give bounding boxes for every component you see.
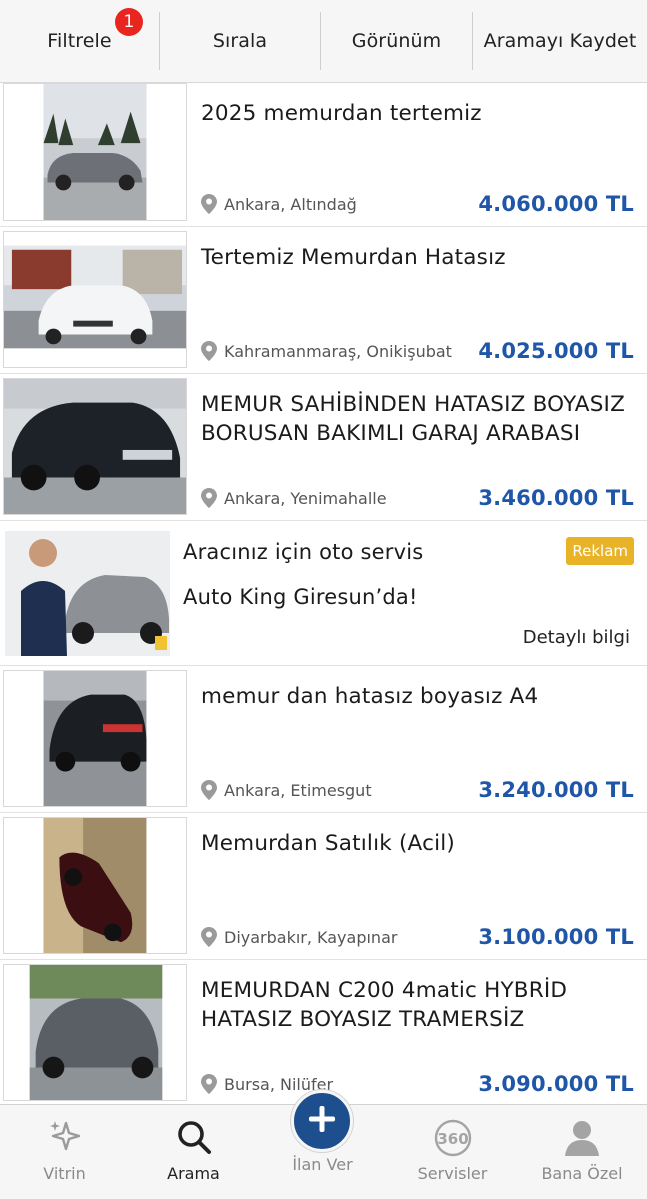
tab-servisler[interactable]: 360 Servisler	[388, 1105, 517, 1199]
person-icon	[563, 1119, 601, 1161]
location-pin-icon	[201, 488, 217, 508]
listing-location: Ankara, Yenimahalle	[201, 488, 387, 508]
listing-location-text: Ankara, Etimesgut	[224, 780, 372, 800]
svg-text:360: 360	[437, 1130, 468, 1148]
ad-badge: Reklam	[566, 537, 634, 565]
tab-vitrin[interactable]: Vitrin	[0, 1105, 129, 1199]
location-pin-icon	[201, 1074, 217, 1094]
location-pin-icon	[201, 927, 217, 947]
location-pin-icon	[201, 194, 217, 214]
listing-photo[interactable]	[3, 964, 187, 1101]
search-icon	[176, 1119, 212, 1159]
listing-photo[interactable]	[3, 231, 187, 368]
listing-location: Kahramanmaraş, Onikişubat	[201, 341, 452, 361]
filter-button[interactable]: Filtrele 1	[0, 0, 159, 83]
sparkle-icon	[48, 1119, 82, 1157]
listing-location-text: Diyarbakır, Kayapınar	[224, 927, 398, 947]
ad-image[interactable]	[5, 531, 170, 656]
ad-line-2: Auto King Giresun’da!	[183, 585, 418, 609]
save-search-label: Aramayı Kaydet	[483, 30, 637, 52]
top-toolbar: Filtrele 1 Sırala Görünüm Aramayı Kaydet	[0, 0, 647, 83]
listing-list: 2025 memurdan tertemiz Ankara, Altındağ …	[0, 83, 647, 1107]
tab-label: Vitrin	[43, 1164, 86, 1183]
ad-details-link[interactable]: Detaylı bilgi	[523, 627, 630, 648]
ad-line-1: Aracınız için oto servis	[183, 540, 424, 564]
listing-title: Memurdan Satılık (Acil)	[201, 831, 456, 856]
tab-label: İlan Ver	[292, 1155, 353, 1174]
listing-title: memur dan hatasız boyasız A4	[201, 684, 539, 709]
sort-button[interactable]: Sırala	[160, 0, 320, 83]
save-search-button[interactable]: Aramayı Kaydet	[473, 0, 647, 83]
listing-title: MEMURDAN C200 4matic HYBRİD HATASIZ BOYA…	[201, 978, 568, 1032]
listing-price: 4.025.000 TL	[478, 339, 634, 363]
listing-location-text: Ankara, Yenimahalle	[224, 488, 387, 508]
listing-title: Tertemiz Memurdan Hatasız	[201, 245, 506, 270]
ad-banner[interactable]: Aracınız için oto servis Auto King Gires…	[0, 521, 647, 666]
filter-count-badge: 1	[115, 7, 143, 36]
listing-location: Diyarbakır, Kayapınar	[201, 927, 397, 947]
view-button[interactable]: Görünüm	[321, 0, 472, 83]
listing-photo[interactable]	[3, 378, 187, 515]
listing-price: 3.100.000 TL	[478, 925, 634, 949]
listing-row[interactable]: memur dan hatasız boyasız A4 Ankara, Eti…	[0, 666, 647, 813]
filter-label: Filtrele	[47, 30, 112, 52]
post-ad-button[interactable]	[291, 1090, 353, 1152]
tab-label: Arama	[167, 1164, 220, 1183]
sort-label: Sırala	[212, 30, 268, 52]
plus-icon	[307, 1104, 337, 1138]
360-icon: 360	[431, 1119, 475, 1161]
listing-price: 4.060.000 TL	[478, 192, 634, 216]
listing-row[interactable]: 2025 memurdan tertemiz Ankara, Altındağ …	[0, 83, 647, 227]
listing-title: 2025 memurdan tertemiz	[201, 101, 482, 126]
listing-title: MEMUR SAHİBİNDEN HATASIZ BOYASIZ BORUSAN…	[201, 392, 626, 446]
tab-label: Servisler	[417, 1164, 488, 1183]
listing-row[interactable]: Tertemiz Memurdan Hatasız Kahramanmaraş,…	[0, 227, 647, 374]
listing-location: Ankara, Etimesgut	[201, 780, 372, 800]
tab-bana-ozel[interactable]: Bana Özel	[517, 1105, 647, 1199]
listing-photo[interactable]	[3, 83, 187, 221]
location-pin-icon	[201, 780, 217, 800]
listing-location-text: Ankara, Altındağ	[224, 194, 357, 214]
listing-row[interactable]: MEMURDAN C200 4matic HYBRİD HATASIZ BOYA…	[0, 960, 647, 1107]
tab-label: Bana Özel	[541, 1164, 623, 1183]
listing-photo[interactable]	[3, 670, 187, 807]
listing-price: 3.460.000 TL	[478, 486, 634, 510]
view-label: Görünüm	[351, 30, 442, 52]
listing-location-text: Kahramanmaraş, Onikişubat	[224, 341, 452, 361]
listing-row[interactable]: Memurdan Satılık (Acil) Diyarbakır, Kaya…	[0, 813, 647, 960]
location-pin-icon	[201, 341, 217, 361]
listing-location: Ankara, Altındağ	[201, 194, 357, 214]
listing-photo[interactable]	[3, 817, 187, 954]
listing-row[interactable]: MEMUR SAHİBİNDEN HATASIZ BOYASIZ BORUSAN…	[0, 374, 647, 521]
listing-price: 3.240.000 TL	[478, 778, 634, 802]
tab-arama[interactable]: Arama	[129, 1105, 258, 1199]
listing-price: 3.090.000 TL	[478, 1072, 634, 1096]
